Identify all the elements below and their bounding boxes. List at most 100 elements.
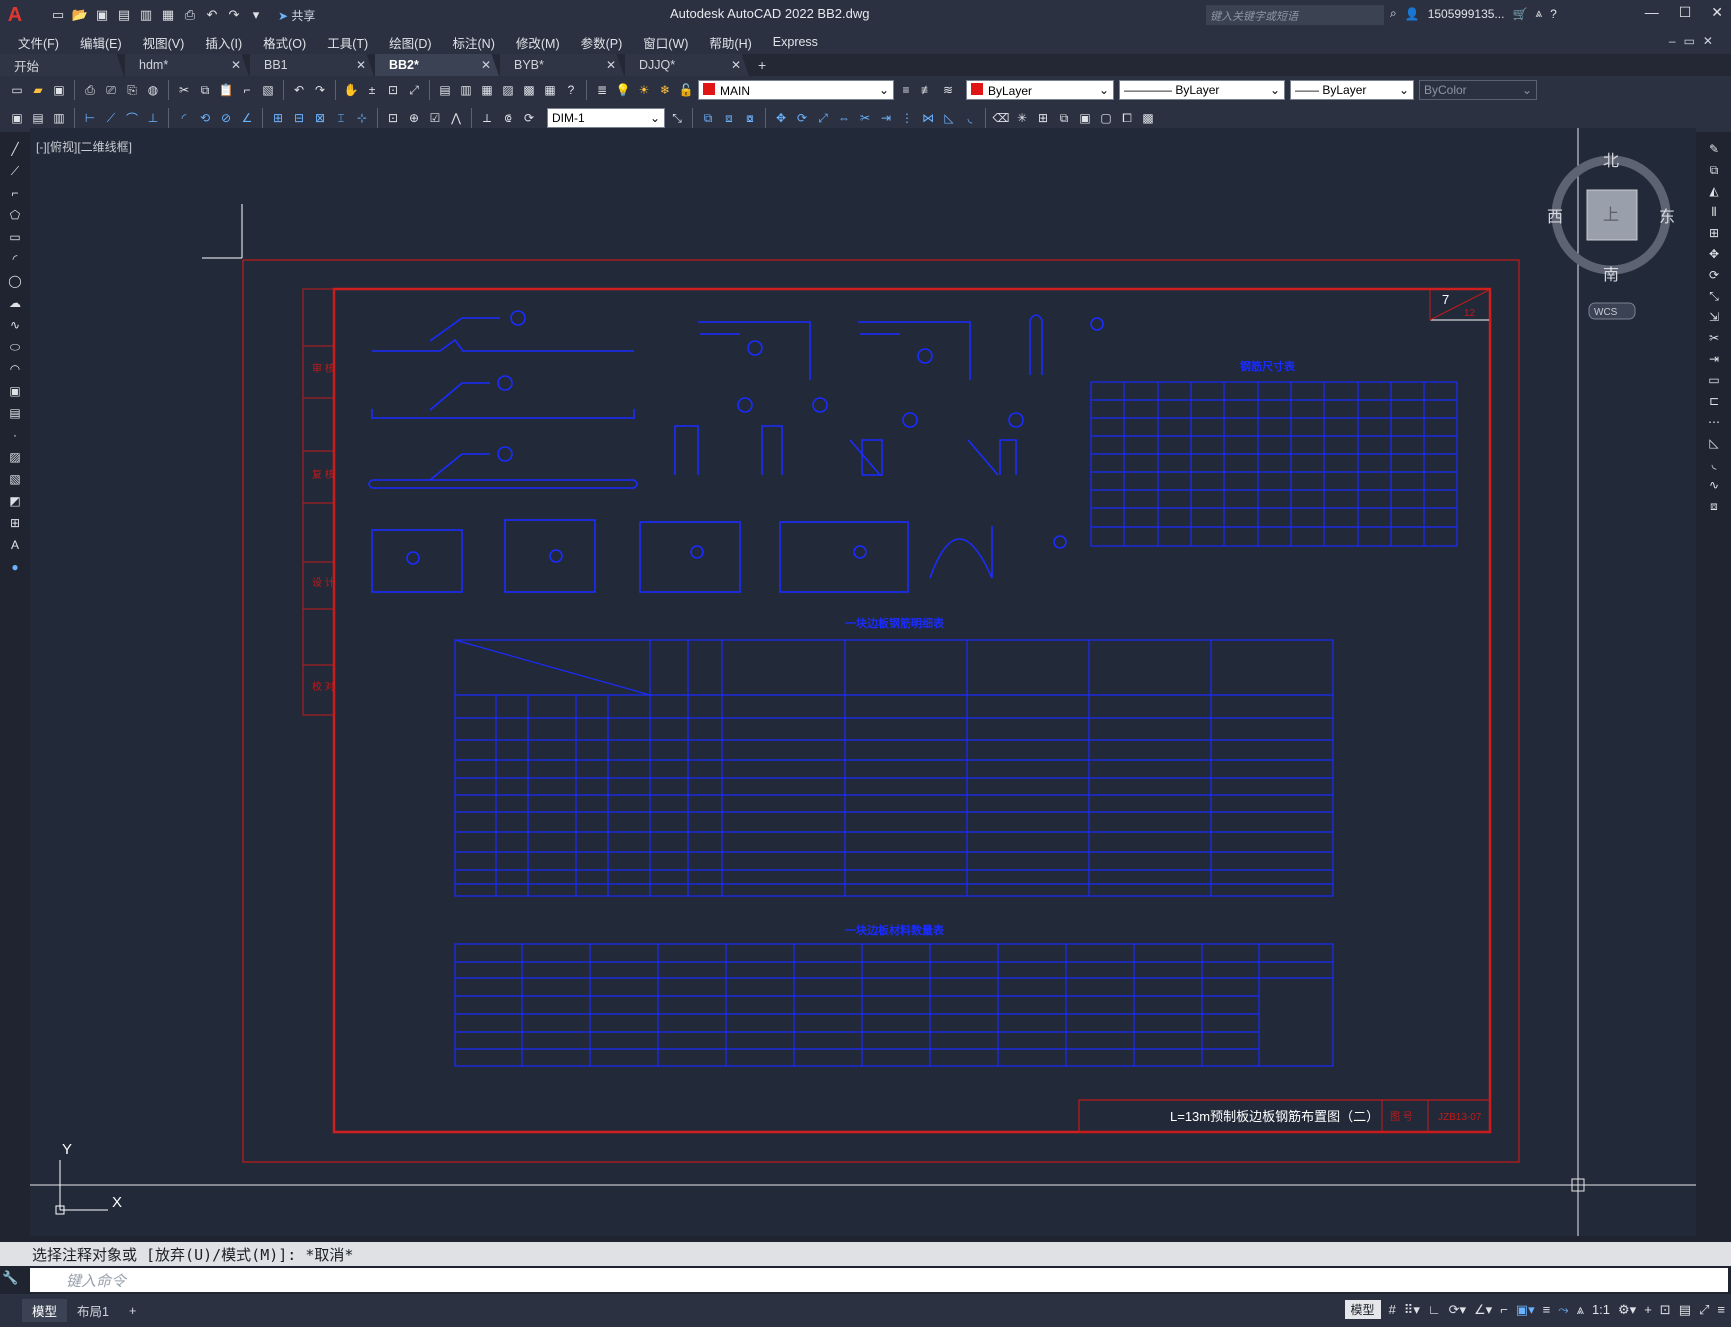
make-layer-current-icon[interactable]: ≡ xyxy=(897,81,915,99)
layout-tab-layout1[interactable]: 布局1 xyxy=(67,1299,119,1322)
join-icon[interactable]: ⋯ xyxy=(1704,413,1724,431)
arc-icon[interactable]: ◜ xyxy=(5,250,25,268)
undo-icon[interactable]: ↶ xyxy=(204,7,220,23)
circle-icon[interactable]: ◯ xyxy=(5,272,25,290)
layer-sun-icon[interactable]: ☀ xyxy=(635,81,653,99)
hatch-icon[interactable]: ▨ xyxy=(5,448,25,466)
paste-icon[interactable]: 📋 xyxy=(217,81,235,99)
write-block-icon[interactable]: ▤ xyxy=(29,109,47,127)
transparency-icon[interactable]: ⤳ xyxy=(1558,1302,1568,1318)
menu-window[interactable]: 窗口(W) xyxy=(643,33,688,52)
fillet-icon[interactable]: ◟ xyxy=(961,109,979,127)
layout-tab-model[interactable]: 模型 xyxy=(22,1299,68,1322)
dimupdate-icon[interactable]: ⟳ xyxy=(520,109,538,127)
layer-dropdown[interactable]: MAIN ⌄ xyxy=(698,80,894,100)
chamfer-icon[interactable]: ◺ xyxy=(940,109,958,127)
plot-icon[interactable]: ⎙ xyxy=(182,7,198,23)
xref-icon[interactable]: ⧠ xyxy=(1118,109,1136,127)
minimize-icon[interactable]: — xyxy=(1645,4,1659,21)
dimedit-icon[interactable]: ⟂ xyxy=(478,109,496,127)
maximize-icon[interactable]: ☐ xyxy=(1679,4,1692,21)
model-space-button[interactable]: 模型 xyxy=(1344,1300,1381,1319)
move-icon[interactable]: ✥ xyxy=(1704,245,1724,263)
model-space-canvas[interactable]: 审 核 复 核 设 计 校 对 7 12 L=13m预制板边板钢筋布置图（二） … xyxy=(30,128,1696,1236)
customize-icon[interactable]: 🔧 xyxy=(2,1270,28,1286)
edit-block-icon[interactable]: ▣ xyxy=(8,109,26,127)
close-icon[interactable]: ✕ xyxy=(1711,4,1723,21)
inspect-icon[interactable]: ☑ xyxy=(426,109,444,127)
layer-state-icon[interactable]: ≋ xyxy=(939,81,957,99)
revision-cloud-icon[interactable]: ☁ xyxy=(5,294,25,312)
menu-modify[interactable]: 修改(M) xyxy=(516,33,560,52)
insert-block-icon[interactable]: ▣ xyxy=(5,382,25,400)
make-block-icon[interactable]: ▤ xyxy=(5,404,25,422)
plus-icon[interactable]: + xyxy=(1644,1302,1652,1317)
3dprint-icon[interactable]: ◍ xyxy=(144,81,162,99)
command-input[interactable]: 键入命令 xyxy=(30,1268,1728,1292)
user-icon[interactable]: 👤 xyxy=(1405,7,1420,21)
rotate-icon[interactable]: ⟳ xyxy=(1704,266,1724,284)
menu-tools[interactable]: 工具(T) xyxy=(327,33,368,52)
lineweight-icon[interactable]: ≡ xyxy=(1543,1302,1551,1317)
array-icon[interactable]: ⊞ xyxy=(1704,224,1724,242)
polygon-icon[interactable]: ⬠ xyxy=(5,206,25,224)
dimbreak-icon[interactable]: ⊹ xyxy=(353,109,371,127)
user-account[interactable]: 1505999135... xyxy=(1428,7,1505,21)
markup-icon[interactable]: ▩ xyxy=(520,81,538,99)
new-icon[interactable]: ▭ xyxy=(8,81,26,99)
dimspace-icon[interactable]: ⌶ xyxy=(332,109,350,127)
tab-start[interactable]: 开始 xyxy=(0,54,124,76)
tool-palettes-icon[interactable]: ▦ xyxy=(478,81,496,99)
viewcube-north[interactable]: 北 xyxy=(1603,152,1619,170)
redo-icon[interactable]: ↷ xyxy=(226,7,242,23)
polar-icon[interactable]: ⟳▾ xyxy=(1449,1302,1466,1318)
offset-icon[interactable]: ⫴ xyxy=(1704,203,1724,221)
angular-icon[interactable]: ∠ xyxy=(238,109,256,127)
explode-icon[interactable]: ⧈ xyxy=(1704,497,1724,515)
draworder-icon[interactable]: ⧉ xyxy=(1055,109,1073,127)
offset-object-icon[interactable]: ⧇ xyxy=(741,109,759,127)
tab-bb2[interactable]: BB2* ✕ xyxy=(375,54,499,76)
zoom-realtime-icon[interactable]: ± xyxy=(363,81,381,99)
break-icon[interactable]: ⋮ xyxy=(898,109,916,127)
viewcube-east[interactable]: 东 xyxy=(1659,208,1675,226)
construction-line-icon[interactable]: ⟋ xyxy=(5,162,25,180)
save-as-icon[interactable]: ▤ xyxy=(116,7,132,23)
tab-hdm[interactable]: hdm* ✕ xyxy=(125,54,249,76)
polyline-icon[interactable]: ⌐ xyxy=(5,184,25,202)
clean-screen-icon[interactable]: ⤢ xyxy=(1699,1302,1709,1318)
osnap-icon[interactable]: ⌐ xyxy=(1500,1302,1508,1317)
document-window-controls[interactable]: –▭✕ xyxy=(1669,34,1721,48)
close-icon[interactable]: ✕ xyxy=(356,58,366,72)
block-editor-icon[interactable]: ▧ xyxy=(259,81,277,99)
properties-icon[interactable]: ▤ xyxy=(436,81,454,99)
ellipse-icon[interactable]: ⬭ xyxy=(5,338,25,356)
autocad-logo-icon[interactable]: A xyxy=(0,0,30,30)
share-button[interactable]: ➤ 共享 xyxy=(278,7,315,24)
sheet-set-icon[interactable]: ▨ xyxy=(499,81,517,99)
search-icon[interactable]: ⌕ xyxy=(1390,6,1397,21)
extend-icon[interactable]: ⇥ xyxy=(1704,350,1724,368)
copy-icon[interactable]: ⧉ xyxy=(1704,161,1724,179)
chamfer-icon[interactable]: ◺ xyxy=(1704,434,1724,452)
linear-dimension-icon[interactable]: ⊢ xyxy=(81,109,99,127)
workspace-gear-icon[interactable]: ⚙▾ xyxy=(1618,1302,1636,1318)
menu-dimension[interactable]: 标注(N) xyxy=(453,33,495,52)
ordinate-icon[interactable]: ⊥ xyxy=(144,109,162,127)
continue-icon[interactable]: ⊠ xyxy=(311,109,329,127)
new-tab-plus-icon[interactable]: + xyxy=(750,54,774,76)
save-icon[interactable]: ▣ xyxy=(94,7,110,23)
save-web-icon[interactable]: ▦ xyxy=(160,7,176,23)
insert-block-icon[interactable]: ▥ xyxy=(50,109,68,127)
cut-icon[interactable]: ✂ xyxy=(175,81,193,99)
menu-express[interactable]: Express xyxy=(773,35,818,49)
hardware-acceleration-icon[interactable]: ▤ xyxy=(1679,1302,1691,1318)
layer-properties-icon[interactable]: ≣ xyxy=(593,81,611,99)
match-properties-icon[interactable]: ⌐ xyxy=(238,81,256,99)
menu-view[interactable]: 视图(V) xyxy=(143,33,185,52)
layer-bulb-icon[interactable]: 💡 xyxy=(614,81,632,99)
mirror-icon[interactable]: ◭ xyxy=(1704,182,1724,200)
pan-icon[interactable]: ✋ xyxy=(342,81,360,99)
spline-icon[interactable]: ∿ xyxy=(5,316,25,334)
grid-icon[interactable]: # xyxy=(1389,1302,1396,1317)
